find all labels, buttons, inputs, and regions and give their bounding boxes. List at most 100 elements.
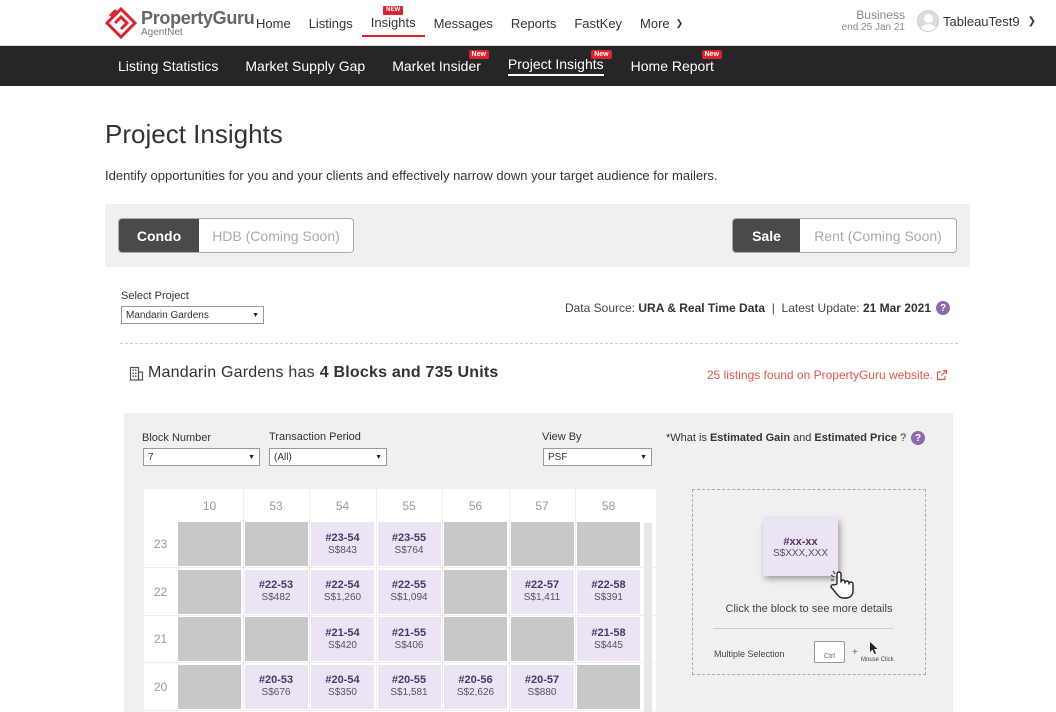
account-name: TableauTest9 [942,13,1020,29]
nav-item-insights[interactable]: NEW Insights [361,0,425,37]
estimated-pre: *What is [666,432,707,444]
help-icon[interactable]: ? [911,431,926,445]
unit-block[interactable]: #20-56 S$2,626 [444,664,507,709]
unit-price: S$1,260 [323,592,362,603]
nav-item-messages[interactable]: Messages [425,0,502,46]
project-select[interactable]: Mandarin Gardens ▼ [121,306,264,324]
unit-number: #22-57 [524,579,560,591]
unit-grid: 10 53 54 55 56 57 58 23 #23-54 S$843 #23-55 S$764 22… [144,489,656,712]
block-number-select[interactable]: 7 ▼ [143,448,260,466]
grid-scroll-track [644,523,652,712]
rent-button[interactable]: Rent (Coming Soon) [800,219,956,252]
unit-number: #21-58 [591,626,626,639]
row-divider [144,662,656,663]
blocks-units-count: 4 Blocks and 735 Units [319,364,499,381]
sale-button[interactable]: Sale [733,219,800,252]
page-title: Project Insights [105,119,283,149]
mouse-click-label: Mouse Click [861,657,894,663]
legend-hint: Click the block to see more details [725,603,893,615]
unit-number: #21-54 [325,626,360,639]
caret-down-icon: ▼ [252,311,259,319]
unit-number: #20-53 [258,674,294,686]
subnav-item-market-insider[interactable]: Market Insider New [382,46,491,86]
brand-sub: AgentNet [141,27,183,38]
empty-unit-block[interactable] [444,569,507,614]
brand-logo[interactable]: PropertyGuru AgentNet [104,6,255,40]
separator: | [771,301,775,315]
nav-label: Listings [308,15,353,31]
column-divider [508,489,510,712]
nav-item-fastkey[interactable]: FastKey [565,0,631,46]
hdb-button[interactable]: HDB (Coming Soon) [199,219,353,252]
nav-label: Messages [433,15,493,31]
ctrl-key-label: Ctrl [824,653,835,660]
empty-unit-block[interactable] [244,617,308,661]
empty-unit-block[interactable] [444,617,507,661]
listings-link-text: 25 listings found on PropertyGuru websit… [706,368,933,382]
empty-unit-block[interactable] [510,617,574,661]
unit-block[interactable]: #22-57 S$1,411 [510,569,574,614]
summary-has: has [288,364,315,381]
unit-number: #20-54 [325,674,360,686]
estimated-post: ? [899,432,907,444]
unit-block[interactable]: #20-57 S$880 [510,664,574,709]
listings-link[interactable]: 25 listings found on PropertyGuru websit… [707,368,948,382]
empty-unit-block[interactable] [244,522,308,566]
empty-unit-block[interactable] [510,522,574,566]
unit-price: S$482 [261,592,291,603]
page-description: Identify opportunities for you and your … [105,168,718,183]
unit-price: S$1,411 [523,592,561,603]
nav-label: FastKey [574,15,623,31]
main-nav: Home Listings NEW Insights Messages Repo… [247,0,692,46]
unit-block[interactable]: #23-55 S$764 [377,522,441,566]
unit-block[interactable]: #21-58 S$445 [577,617,640,661]
unit-block[interactable]: #23-54 S$843 [311,522,374,566]
account-info: Business end 25 Jan 21 [842,8,905,34]
subnav-label: Project Insights [507,56,604,76]
empty-unit-block[interactable] [577,664,640,709]
empty-unit-block[interactable] [178,569,241,614]
block-number-label: Block Number [142,432,212,444]
mouse-cursor-icon [870,642,878,654]
latest-update-label: Latest Update: [781,301,860,315]
help-icon[interactable]: ? [936,301,950,315]
condo-button[interactable]: Condo [119,219,199,252]
new-badge: New [468,50,489,59]
subnav-item-listing-statistics[interactable]: Listing Statistics [108,46,228,86]
empty-unit-block[interactable] [444,522,507,566]
latest-update-value: 21 Mar 2021 [862,301,931,315]
unit-block[interactable]: #22-53 S$482 [244,569,308,614]
estimated-info: *What is Estimated Gain and Estimated Pr… [666,431,926,445]
unit-block[interactable]: #22-55 S$1,094 [377,569,441,614]
empty-unit-block[interactable] [577,522,640,566]
data-source-label: Data Source: [564,301,636,315]
ctrl-key-icon: Ctrl [814,641,845,663]
unit-number: #22-58 [591,579,626,591]
unit-block[interactable]: #20-54 S$350 [311,664,374,709]
nav-item-more[interactable]: More ❯ [631,0,692,46]
column-header: 55 [402,498,416,513]
nav-item-reports[interactable]: Reports [502,0,566,46]
account-menu[interactable]: Business end 25 Jan 21 TableauTest9 ❯ [842,8,1036,34]
subnav-item-project-insights[interactable]: Project Insights New [498,46,614,86]
view-by-select[interactable]: PSF ▼ [543,448,652,466]
subnav-item-market-supply-gap[interactable]: Market Supply Gap [235,46,375,86]
subnav-item-home-report[interactable]: Home Report New [621,46,724,86]
listing-mode-toggle: Sale Rent (Coming Soon) [732,218,957,253]
unit-block[interactable]: #22-54 S$1,260 [311,569,374,614]
empty-unit-block[interactable] [178,522,241,566]
column-divider [575,489,576,712]
transaction-period-select[interactable]: (All) ▼ [269,448,387,466]
unit-block[interactable]: #21-54 S$420 [311,617,374,661]
unit-block[interactable]: #20-53 S$676 [244,664,308,709]
nav-item-home[interactable]: Home [247,0,300,46]
empty-unit-block[interactable] [178,664,241,709]
empty-unit-block[interactable] [178,617,241,661]
unit-block[interactable]: #22-58 S$391 [577,569,640,614]
new-badge: New [591,50,612,59]
nav-item-listings[interactable]: Listings [300,0,362,46]
unit-block[interactable]: #21-55 S$406 [377,617,441,661]
plus-sign: + [852,647,858,658]
unit-block[interactable]: #20-55 S$1,581 [377,664,441,709]
legend-sample-block: #xx-xx S$XXX,XXX [763,518,838,576]
